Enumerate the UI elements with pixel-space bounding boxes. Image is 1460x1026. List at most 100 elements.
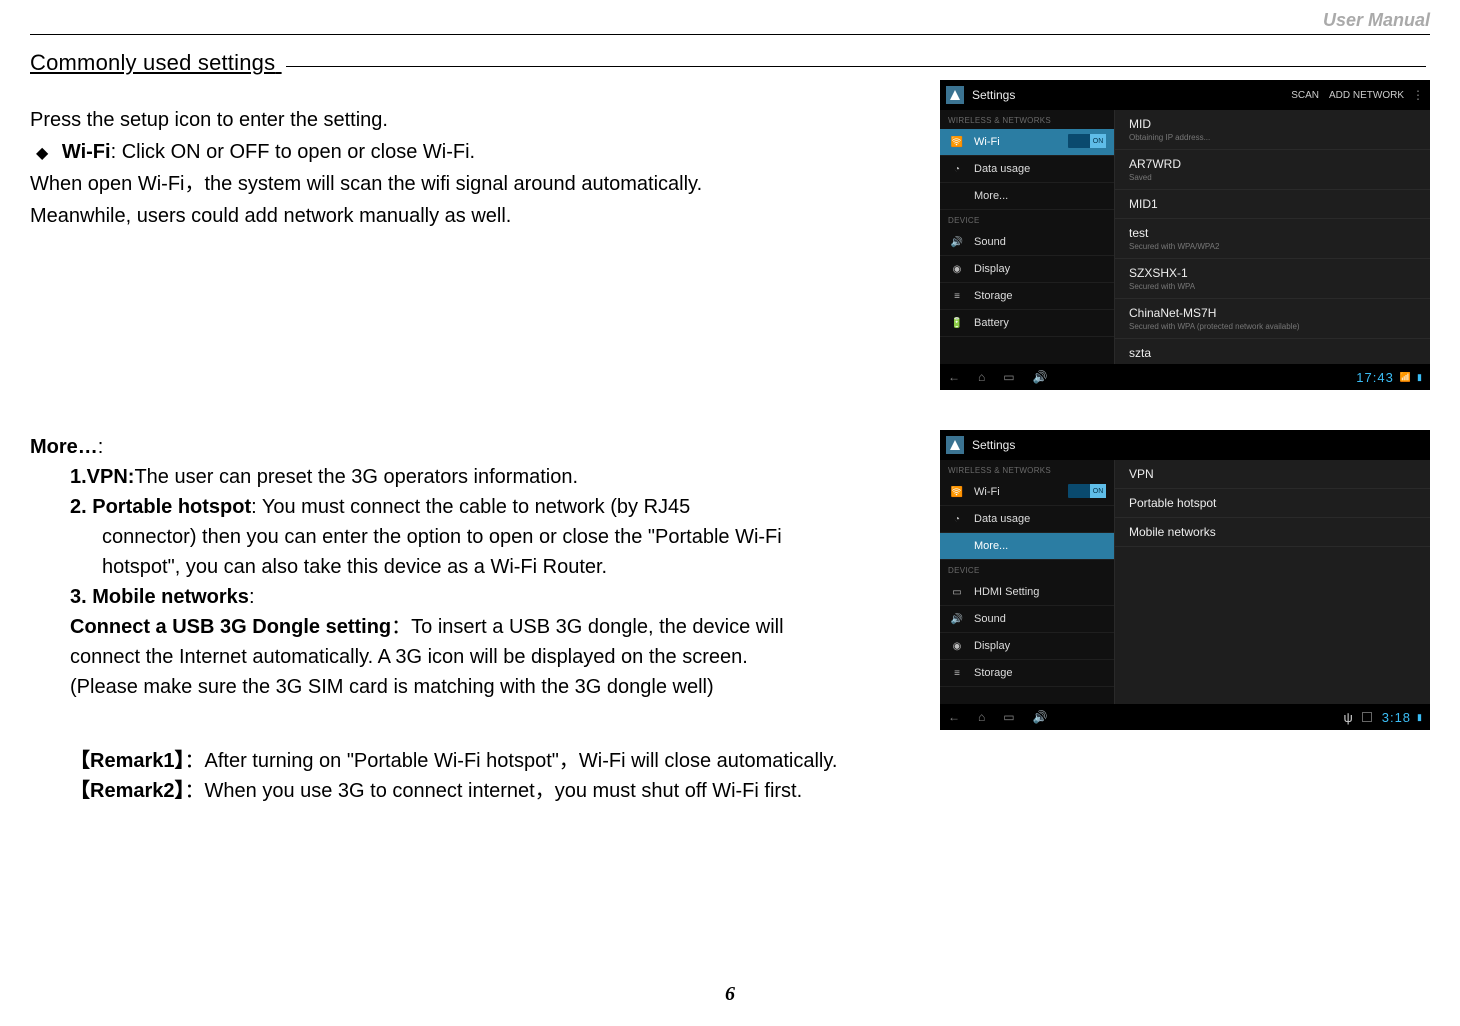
vpn-text: The user can preset the 3G operators inf… <box>134 466 578 488</box>
sidebar-item-more[interactable]: More... <box>940 533 1114 560</box>
sb2-storage-label: Storage <box>974 667 1013 679</box>
volume-icon[interactable]: 🔊 <box>1033 710 1048 724</box>
sb2-hdmi-label: HDMI Setting <box>974 586 1039 598</box>
usb-status-icon: ψ <box>1343 710 1353 725</box>
ss1-title: Settings <box>972 88 1015 102</box>
usb-line2: connect the Internet automatically. A 3G… <box>30 642 840 672</box>
network-item[interactable]: MIDObtaining IP address... <box>1115 110 1430 150</box>
network-item[interactable]: szta <box>1115 339 1430 364</box>
portable-hotspot-heading: 2. Portable hotspot <box>70 496 251 518</box>
usb-line1: ：To insert a USB 3G dongle, the device w… <box>391 616 783 638</box>
main-item-vpn[interactable]: VPN <box>1115 460 1430 489</box>
remark2-label: 【Remark2】 <box>70 780 185 802</box>
ph-line2: connector) then you can enter the option… <box>30 522 840 552</box>
sidebar-item-more[interactable]: More... <box>940 183 1114 210</box>
overflow-icon[interactable]: ⋮ <box>1412 88 1424 102</box>
usb-line3: (Please make sure the 3G SIM card is mat… <box>30 672 840 702</box>
recent-icon[interactable]: ▭ <box>1003 370 1014 384</box>
toggle-knob: ON <box>1090 134 1106 148</box>
network-item[interactable]: MID1 <box>1115 190 1430 219</box>
sidebar-item-display[interactable]: ◉ Display <box>940 633 1114 660</box>
sb2-wifi-label: Wi-Fi <box>974 486 1000 498</box>
ss1-sidebar: WIRELESS & NETWORKS 🛜 Wi-Fi ON ◔ Data us… <box>940 110 1115 364</box>
network-item[interactable]: SZXSHX-1Secured with WPA <box>1115 259 1430 299</box>
sb2-sound-label: Sound <box>974 613 1006 625</box>
home-icon[interactable]: ⌂ <box>978 710 985 724</box>
sidebar-item-sound[interactable]: 🔊 Sound <box>940 606 1114 633</box>
sidebar-item-wifi[interactable]: 🛜 Wi-Fi ON <box>940 479 1114 506</box>
back-icon[interactable]: ← <box>948 370 960 384</box>
sb-more-label: More... <box>974 190 1008 202</box>
header-label: User Manual <box>1323 10 1430 31</box>
p1-bullet: ◆ Wi-Fi: Click ON or OFF to open or clos… <box>30 137 840 167</box>
network-item[interactable]: ChinaNet-MS7HSecured with WPA (protected… <box>1115 299 1430 339</box>
page-number: 6 <box>0 983 1460 1006</box>
sidebar-item-wifi[interactable]: 🛜 Wi-Fi ON <box>940 129 1114 156</box>
storage-icon: ≡ <box>950 289 964 303</box>
ss2-navbar: ← ⌂ ▭ 🔊 ψ 3:18 ▮ <box>940 704 1430 730</box>
battery-icon: 🔋 <box>950 316 964 330</box>
display-icon: ◉ <box>950 262 964 276</box>
ss2-topbar: Settings <box>940 430 1430 460</box>
section-title: Commonly used settings <box>30 50 1430 76</box>
sound-icon: 🔊 <box>950 612 964 626</box>
sb-section-device2: DEVICE <box>940 560 1114 579</box>
mobile-networks-heading: 3. Mobile networks <box>70 586 249 608</box>
back-icon[interactable]: ← <box>948 710 960 724</box>
settings-icon <box>946 86 964 104</box>
ss2-time: 3:18 <box>1382 710 1411 725</box>
main-item-mobile-networks[interactable]: Mobile networks <box>1115 518 1430 547</box>
ph-line3: hotspot", you can also take this device … <box>30 552 840 582</box>
sb-section-wireless: WIRELESS & NETWORKS <box>940 110 1114 129</box>
sidebar-item-display[interactable]: ◉ Display <box>940 256 1114 283</box>
ss1-navbar: ← ⌂ ▭ 🔊 17:43 📶 ▮ <box>940 364 1430 390</box>
network-item[interactable]: AR7WRDSaved <box>1115 150 1430 190</box>
main-item-portable-hotspot[interactable]: Portable hotspot <box>1115 489 1430 518</box>
wifi-toggle[interactable]: ON <box>1068 484 1106 498</box>
ss2-title: Settings <box>972 438 1015 452</box>
battery-status-icon: ▮ <box>1417 712 1422 723</box>
paragraph-1: Press the setup icon to enter the settin… <box>30 105 840 233</box>
recent-icon[interactable]: ▭ <box>1003 710 1014 724</box>
ss1-time: 17:43 <box>1356 370 1394 385</box>
diamond-bullet-icon: ◆ <box>36 145 48 162</box>
scan-button[interactable]: SCAN <box>1291 90 1319 101</box>
sidebar-item-data-usage[interactable]: ◔ Data usage <box>940 156 1114 183</box>
wifi-toggle[interactable]: ON <box>1068 134 1106 148</box>
status-box-icon <box>1362 712 1372 722</box>
sb-battery-label: Battery <box>974 317 1009 329</box>
sidebar-item-data-usage[interactable]: ◔ Data usage <box>940 506 1114 533</box>
p1-line3: When open Wi-Fi，the system will scan the… <box>30 169 840 199</box>
sidebar-item-storage[interactable]: ≡ Storage <box>940 660 1114 687</box>
storage-icon: ≡ <box>950 666 964 680</box>
screenshot-settings-more: Settings WIRELESS & NETWORKS 🛜 Wi-Fi ON … <box>940 430 1430 730</box>
home-icon[interactable]: ⌂ <box>978 370 985 384</box>
sb-data-label: Data usage <box>974 163 1030 175</box>
remark2-text: ：When you use 3G to connect internet，you… <box>185 780 803 802</box>
volume-icon[interactable]: 🔊 <box>1033 370 1048 384</box>
sb-wifi-label: Wi-Fi <box>974 136 1000 148</box>
sb-storage-label: Storage <box>974 290 1013 302</box>
wifi-signal-icon: 📶 <box>1400 372 1411 383</box>
sb-section-wireless2: WIRELESS & NETWORKS <box>940 460 1114 479</box>
remarks-block: 【Remark1】：After turning on "Portable Wi-… <box>70 746 837 806</box>
network-item[interactable]: testSecured with WPA/WPA2 <box>1115 219 1430 259</box>
sidebar-item-hdmi[interactable]: ▭ HDMI Setting <box>940 579 1114 606</box>
toggle-knob: ON <box>1090 484 1106 498</box>
display-icon: ◉ <box>950 639 964 653</box>
remark1-text: ：After turning on "Portable Wi-Fi hotspo… <box>185 750 838 772</box>
sb2-display-label: Display <box>974 640 1010 652</box>
sidebar-item-battery[interactable]: 🔋 Battery <box>940 310 1114 337</box>
sb-display-label: Display <box>974 263 1010 275</box>
ss2-sidebar: WIRELESS & NETWORKS 🛜 Wi-Fi ON ◔ Data us… <box>940 460 1115 704</box>
sidebar-item-sound[interactable]: 🔊 Sound <box>940 229 1114 256</box>
sound-icon: 🔊 <box>950 235 964 249</box>
sidebar-item-storage[interactable]: ≡ Storage <box>940 283 1114 310</box>
usb-dongle-heading: Connect a USB 3G Dongle setting <box>70 616 391 638</box>
add-network-button[interactable]: ADD NETWORK <box>1329 90 1404 101</box>
battery-status-icon: ▮ <box>1417 372 1422 383</box>
ss1-main: MIDObtaining IP address... AR7WRDSaved M… <box>1115 110 1430 364</box>
more-heading: More… <box>30 436 98 458</box>
ph-line1: : You must connect the cable to network … <box>251 496 690 518</box>
sb-section-device: DEVICE <box>940 210 1114 229</box>
